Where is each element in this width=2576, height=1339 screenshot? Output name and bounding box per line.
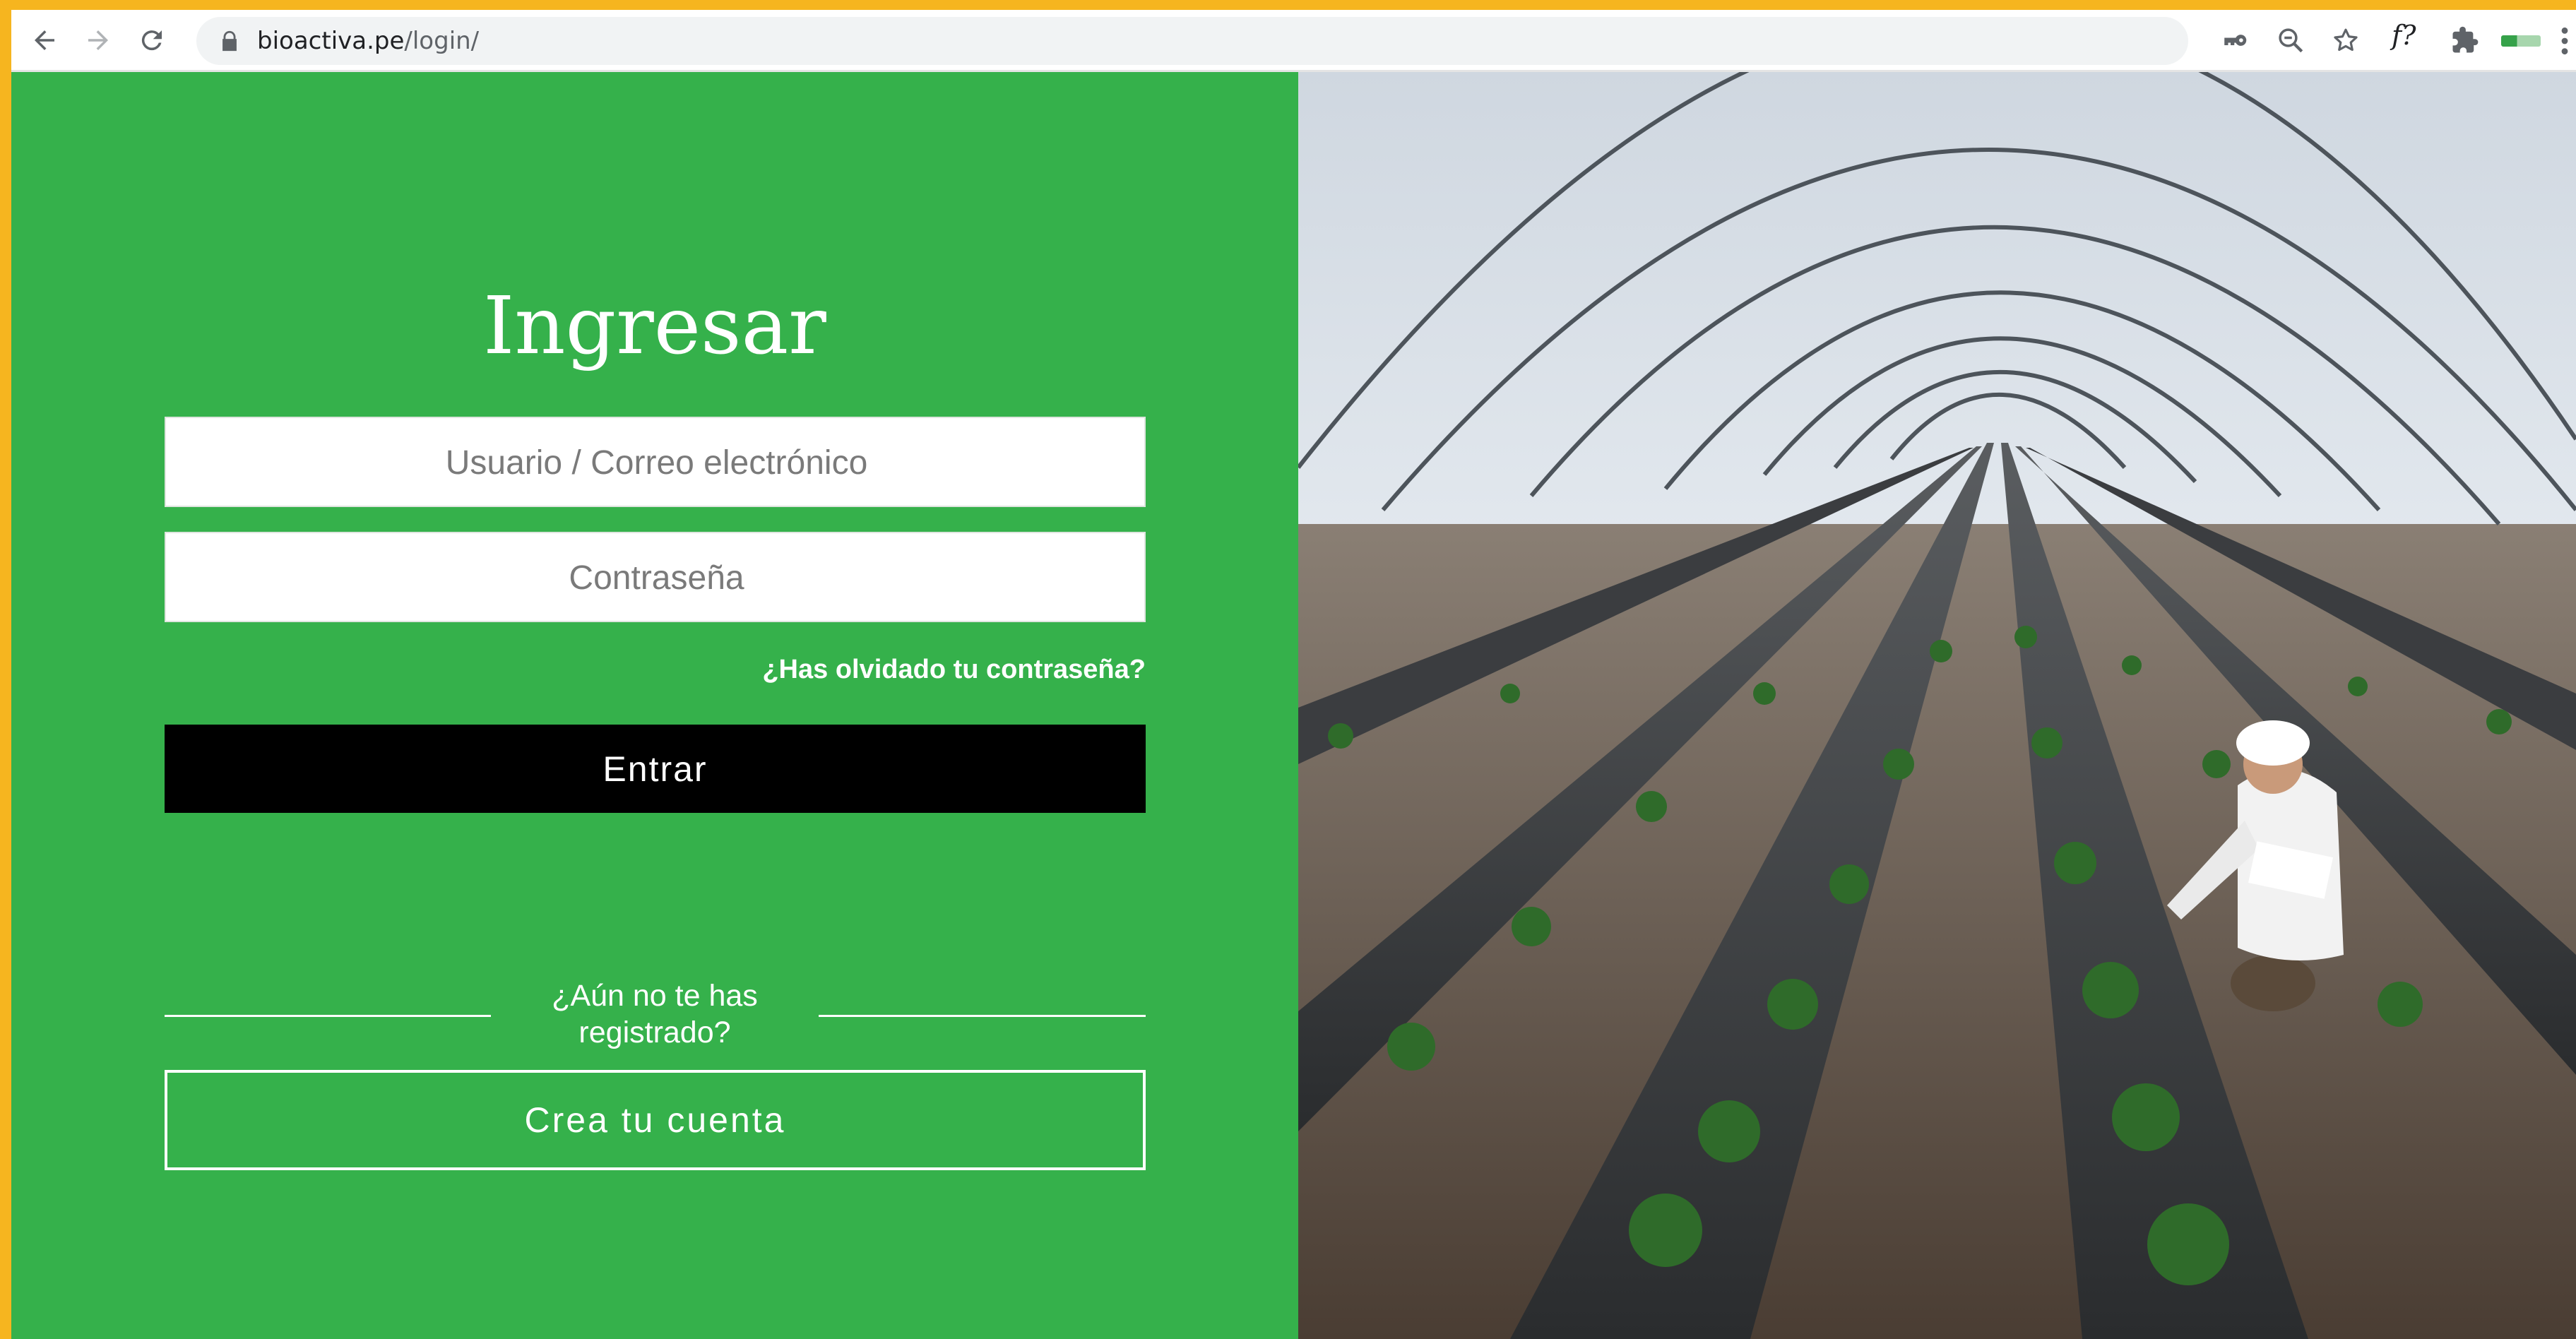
extensions-puzzle-icon[interactable] <box>2447 23 2483 58</box>
login-submit-button[interactable]: Entrar <box>165 725 1146 813</box>
forward-arrow-icon[interactable] <box>81 23 116 58</box>
register-prompt: ¿Aún no te has registrado? <box>552 979 758 1049</box>
reload-icon[interactable] <box>134 23 170 58</box>
divider-left <box>165 1015 491 1017</box>
zoom-out-icon[interactable] <box>2273 23 2308 58</box>
username-field[interactable] <box>165 417 1147 507</box>
browser-toolbar: bioactiva.pe/login/ f? <box>11 10 2576 72</box>
browser-window: bioactiva.pe/login/ f? Ingresar ¿Has olv… <box>11 10 2576 1339</box>
greenhouse-photo <box>1298 72 2576 1339</box>
kebab-menu-icon[interactable] <box>2560 25 2570 56</box>
divider-right <box>819 1015 1146 1017</box>
create-account-button[interactable]: Crea tu cuenta <box>165 1070 1146 1170</box>
key-icon[interactable] <box>2218 23 2253 58</box>
back-arrow-icon[interactable] <box>27 23 62 58</box>
password-input[interactable] <box>166 533 1147 622</box>
login-panel: Ingresar ¿Has olvidado tu contraseña? En… <box>11 72 1298 1339</box>
extension-formula-icon[interactable]: f? <box>2392 20 2416 51</box>
url-text[interactable]: bioactiva.pe/login/ <box>257 17 479 65</box>
address-bar[interactable]: bioactiva.pe/login/ <box>196 17 2188 65</box>
bioactiva-extension-icon[interactable] <box>2501 35 2541 47</box>
lock-icon[interactable] <box>218 28 242 54</box>
url-host: bioactiva.pe <box>257 27 405 55</box>
page-title: Ingresar <box>483 280 826 372</box>
bookmark-star-icon[interactable] <box>2328 23 2363 58</box>
password-field[interactable] <box>165 532 1147 622</box>
forgot-password-link[interactable]: ¿Has olvidado tu contraseña? <box>762 652 1146 687</box>
url-path: /login/ <box>404 27 480 55</box>
username-input[interactable] <box>166 418 1147 507</box>
